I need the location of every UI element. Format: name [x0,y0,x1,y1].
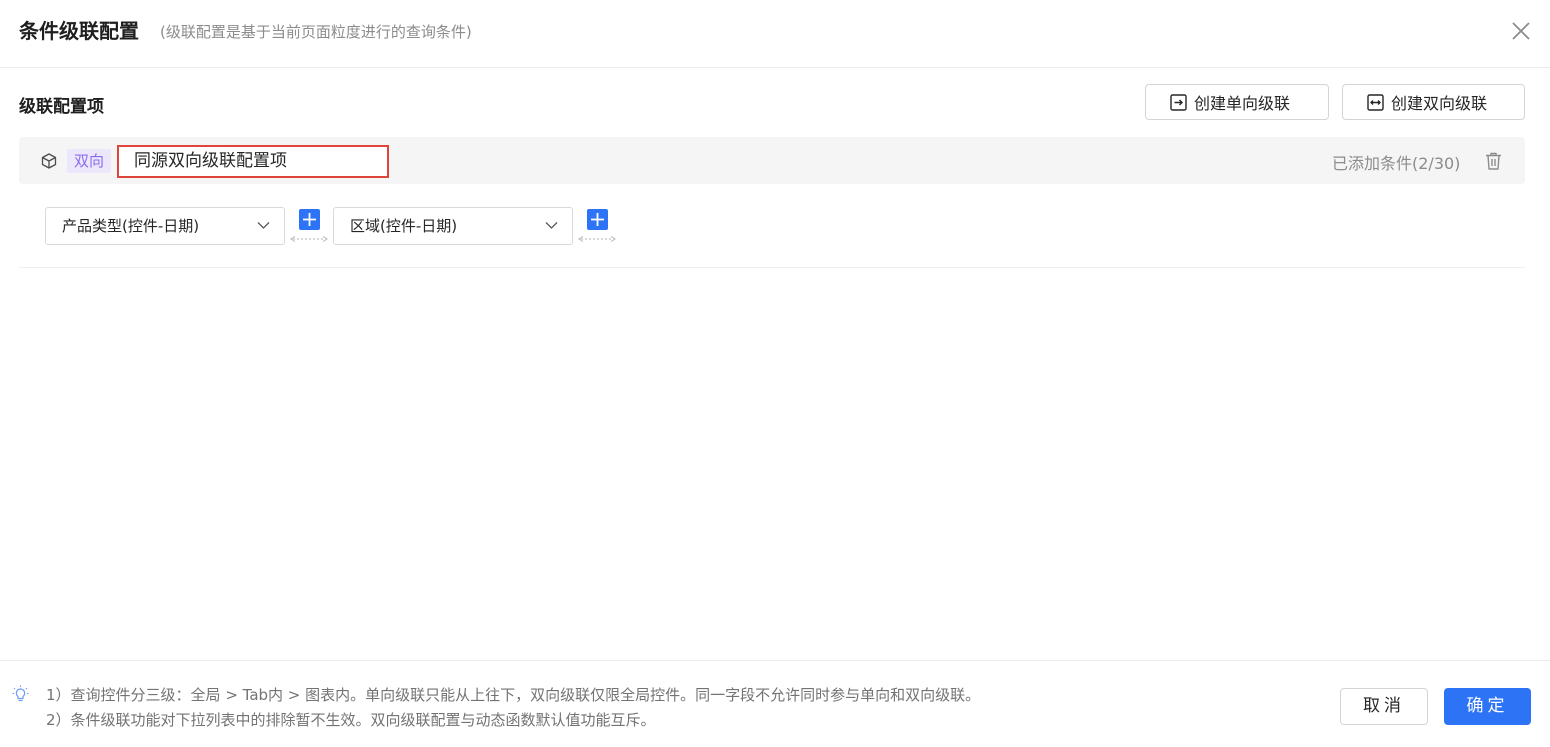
condition-select-2-value: 区域(控件-日期) [350,217,458,235]
condition-select-1[interactable]: 产品类型(控件-日期) [45,207,285,245]
trash-icon[interactable] [1484,151,1503,171]
condition-select-2[interactable]: 区域(控件-日期) [333,207,573,245]
chevron-down-icon [257,222,270,229]
plus-icon [591,213,604,226]
cascade-name-input[interactable]: 同源双向级联配置项 [117,145,389,178]
footer-note-1: 1）查询控件分三级：全局 > Tab内 > 图表内。单向级联只能从上往下，双向级… [46,686,981,704]
condition-select-1-value: 产品类型(控件-日期) [62,217,200,235]
item-divider [19,267,1525,268]
plus-icon [303,213,316,226]
create-single-cascade-label: 创建单向级联 [1194,94,1291,113]
add-condition-button-2[interactable] [587,209,608,230]
arrow-both-box-icon [1367,93,1384,111]
dialog-subtitle: (级联配置是基于当前页面粒度进行的查询条件) [160,23,472,41]
create-single-cascade-button[interactable]: 创建单向级联 [1145,84,1329,120]
cube-icon [41,153,57,169]
dialog-title: 条件级联配置 [19,19,139,43]
chevron-down-icon [545,222,558,229]
bidirectional-link-icon [578,236,616,242]
footer-note-2: 2）条件级联功能对下拉列表中的排除暂不生效。双向级联配置与动态函数默认值功能互斥… [46,711,656,729]
section-title: 级联配置项 [19,97,104,117]
dialog-header: 条件级联配置 (级联配置是基于当前页面粒度进行的查询条件) [0,0,1550,68]
lightbulb-icon [12,685,29,702]
added-conditions-count: 已添加条件(2/30) [1332,154,1461,173]
cancel-button[interactable]: 取消 [1340,688,1428,725]
close-icon[interactable] [1508,18,1534,44]
confirm-button[interactable]: 确定 [1444,688,1531,725]
create-double-cascade-button[interactable]: 创建双向级联 [1342,84,1525,120]
arrow-right-box-icon [1170,93,1187,111]
create-double-cascade-label: 创建双向级联 [1391,94,1488,113]
cascade-type-tag: 双向 [67,149,111,173]
bidirectional-link-icon [290,236,328,242]
add-condition-button-1[interactable] [299,209,320,230]
